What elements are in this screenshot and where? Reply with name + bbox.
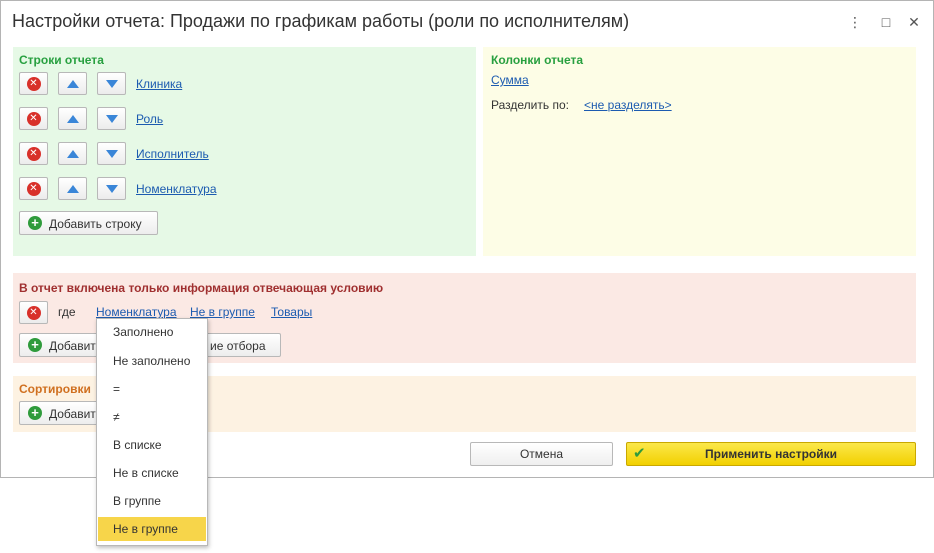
move-down-row-2-button[interactable] [97,107,126,130]
delete-icon: ✕ [26,305,41,320]
option-not-filled[interactable]: Не заполнено [98,349,206,373]
add-row-label: Добавить строку [49,217,142,231]
move-down-row-1-button[interactable] [97,72,126,95]
move-up-row-3-button[interactable] [58,142,87,165]
close-icon[interactable]: ✕ [903,11,925,33]
plus-icon: + [28,406,42,420]
title-bar: Настройки отчета: Продажи по графикам ра… [1,1,933,45]
move-up-row-1-button[interactable] [58,72,87,95]
filter-value-link[interactable]: Товары [271,305,312,319]
apply-settings-label: Применить настройки [705,447,837,461]
move-up-row-4-button[interactable] [58,177,87,200]
add-filter-label-end: ие отбора [210,339,266,353]
move-down-row-3-button[interactable] [97,142,126,165]
window-title: Настройки отчета: Продажи по графикам ра… [12,11,630,31]
split-by-label: Разделить по: [491,98,569,112]
sort-heading: Сортировки [19,382,91,396]
report-rows-panel: Строки отчета ✕ Клиника ✕ Роль ✕ Исполни… [13,47,476,256]
delete-icon: ✕ [26,111,41,126]
option-equal[interactable]: = [98,377,206,401]
arrow-down-icon [105,114,118,123]
more-icon[interactable]: ⋮ [844,11,866,33]
split-by-link[interactable]: <не разделять> [584,98,672,112]
arrow-up-icon [66,114,79,123]
add-sort-label: Добавить [49,407,103,421]
delete-icon: ✕ [26,146,41,161]
arrow-down-icon [105,79,118,88]
option-not-in-group[interactable]: Не в группе [98,517,206,541]
delete-row-3-button[interactable]: ✕ [19,142,48,165]
condition-dropdown: Заполнено Не заполнено = ≠ В списке Не в… [96,318,208,546]
delete-row-2-button[interactable]: ✕ [19,107,48,130]
row-field-link-2[interactable]: Роль [136,112,163,126]
report-columns-heading: Колонки отчета [491,53,584,67]
filter-condition-link[interactable]: Не в группе [190,305,255,319]
option-filled[interactable]: Заполнено [98,320,206,344]
maximize-icon[interactable]: □ [875,11,897,33]
arrow-up-icon [66,184,79,193]
add-filter-label-start: Добавить [49,339,103,353]
option-not-equal[interactable]: ≠ [98,405,206,429]
arrow-up-icon [66,79,79,88]
delete-icon: ✕ [26,181,41,196]
move-up-row-2-button[interactable] [58,107,87,130]
plus-icon: + [28,338,42,352]
arrow-up-icon [66,149,79,158]
report-columns-panel: Колонки отчета Сумма Разделить по: <не р… [483,47,916,256]
delete-row-4-button[interactable]: ✕ [19,177,48,200]
row-field-link-1[interactable]: Клиника [136,77,182,91]
arrow-down-icon [105,184,118,193]
apply-settings-button[interactable]: ✔ Применить настройки [626,442,916,466]
add-row-button[interactable]: + Добавить строку [19,211,158,235]
report-rows-heading: Строки отчета [19,53,104,67]
cancel-button[interactable]: Отмена [470,442,613,466]
filter-heading: В отчет включена только информация отвеч… [19,281,384,295]
row-field-link-4[interactable]: Номенклатура [136,182,217,196]
column-sum-link[interactable]: Сумма [491,73,529,87]
option-in-list[interactable]: В списке [98,433,206,457]
delete-icon: ✕ [26,76,41,91]
arrow-down-icon [105,149,118,158]
plus-icon: + [28,216,42,230]
filter-field-link[interactable]: Номенклатура [96,305,177,319]
delete-filter-button[interactable]: ✕ [19,301,48,324]
option-not-in-list[interactable]: Не в списке [98,461,206,485]
option-in-group[interactable]: В группе [98,489,206,513]
delete-row-1-button[interactable]: ✕ [19,72,48,95]
move-down-row-4-button[interactable] [97,177,126,200]
where-label: где [58,305,76,319]
row-field-link-3[interactable]: Исполнитель [136,147,209,161]
